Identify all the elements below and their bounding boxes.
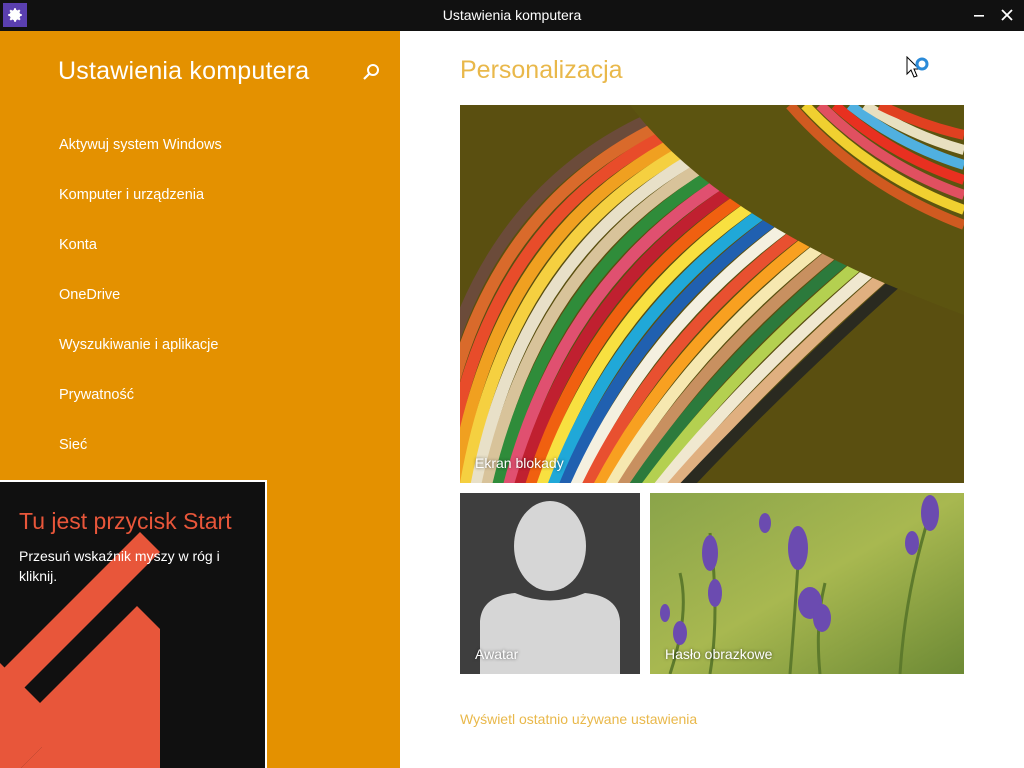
picture-password-label: Hasło obrazkowe	[665, 646, 773, 662]
recent-settings-link[interactable]: Wyświetl ostatnio używane ustawienia	[460, 711, 697, 727]
sidebar-heading: Ustawienia komputera	[58, 57, 310, 85]
sidebar-item-onedrive[interactable]: OneDrive	[59, 287, 120, 303]
sidebar-item-accounts[interactable]: Konta	[59, 237, 97, 253]
lock-screen-tile[interactable]: Ekran blokady	[460, 105, 964, 483]
sidebar-item-activate-windows[interactable]: Aktywuj system Windows	[59, 137, 222, 153]
title-bar: Ustawienia komputera	[0, 0, 1024, 31]
tip-text: Przesuń wskaźnik myszy w róg i kliknij.	[19, 548, 220, 584]
sidebar-item-privacy[interactable]: Prywatność	[59, 387, 134, 403]
lock-screen-label: Ekran blokady	[475, 455, 564, 471]
tip-title: Tu jest przycisk Start	[19, 508, 232, 534]
page-title: Personalizacja	[460, 56, 623, 84]
busy-cursor-icon	[906, 55, 932, 87]
sidebar-item-network[interactable]: Sieć	[59, 437, 87, 453]
avatar-label: Awatar	[475, 646, 519, 662]
close-icon[interactable]	[994, 2, 1020, 28]
avatar-tile[interactable]: Awatar	[460, 493, 640, 674]
lock-screen-image	[460, 105, 964, 483]
picture-password-tile[interactable]: Hasło obrazkowe	[650, 493, 964, 674]
sidebar-item-pc-and-devices[interactable]: Komputer i urządzenia	[59, 187, 204, 203]
sidebar-item-search-and-apps[interactable]: Wyszukiwanie i aplikacje	[59, 337, 218, 353]
window-title: Ustawienia komputera	[442, 7, 582, 23]
search-icon[interactable]	[360, 61, 382, 83]
minimize-icon[interactable]	[966, 2, 992, 28]
start-button-tip: Tu jest przycisk Start Przesuń wskaźnik …	[0, 480, 267, 768]
